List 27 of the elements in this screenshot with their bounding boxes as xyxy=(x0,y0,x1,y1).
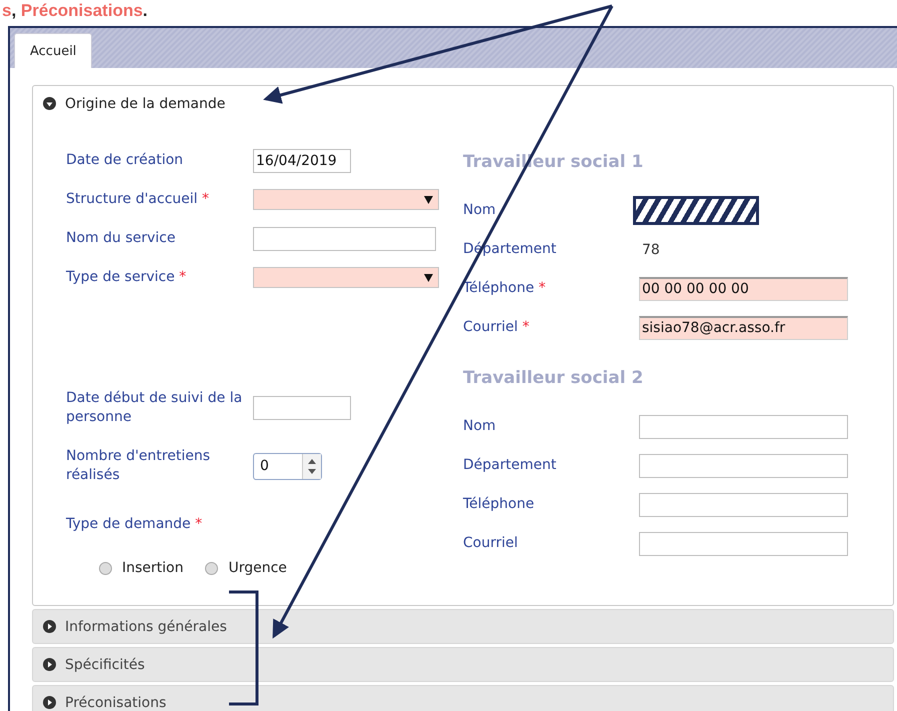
field-label: Nom xyxy=(463,417,497,436)
tab[interactable]: Accueil xyxy=(14,33,92,68)
field-label: Type de demande * xyxy=(66,514,204,534)
field-label: Courriel xyxy=(463,534,519,553)
section-heading: Travailleur social 2 xyxy=(463,367,644,390)
number-spinner[interactable]: 0 xyxy=(253,452,322,480)
text-field[interactable]: 00 00 00 00 00 xyxy=(639,276,848,300)
department-value: 78 xyxy=(641,242,660,258)
radio-option[interactable]: Urgence xyxy=(205,560,287,576)
field-label: Nom du service xyxy=(66,229,176,248)
section-header[interactable]: Préconisations xyxy=(32,685,894,711)
text-field[interactable]: sisiao78@acr.asso.fr xyxy=(639,316,848,340)
field-label: Date de création xyxy=(66,151,184,170)
section-header[interactable]: Informations générales xyxy=(32,609,894,644)
field-label: Structure d'accueil * xyxy=(66,190,210,209)
radio-option[interactable]: Insertion xyxy=(99,560,184,576)
field-label: Courriel * xyxy=(463,318,530,337)
field-label: Département xyxy=(463,456,558,475)
field-label: Téléphone * xyxy=(463,279,547,298)
field-label: Date début de suivi de la personne xyxy=(66,389,244,427)
section-header[interactable]: Spécificités xyxy=(32,647,894,682)
date-field[interactable]: 16/04/2019 xyxy=(253,148,351,172)
field-label: Téléphone xyxy=(463,495,536,514)
field-label: Nombre d'entretiens réalisés xyxy=(66,447,212,485)
caption-text: s, Préconisations. xyxy=(1,0,149,22)
field-label: Nom xyxy=(463,201,497,220)
field-label: Type de service * xyxy=(66,268,188,287)
